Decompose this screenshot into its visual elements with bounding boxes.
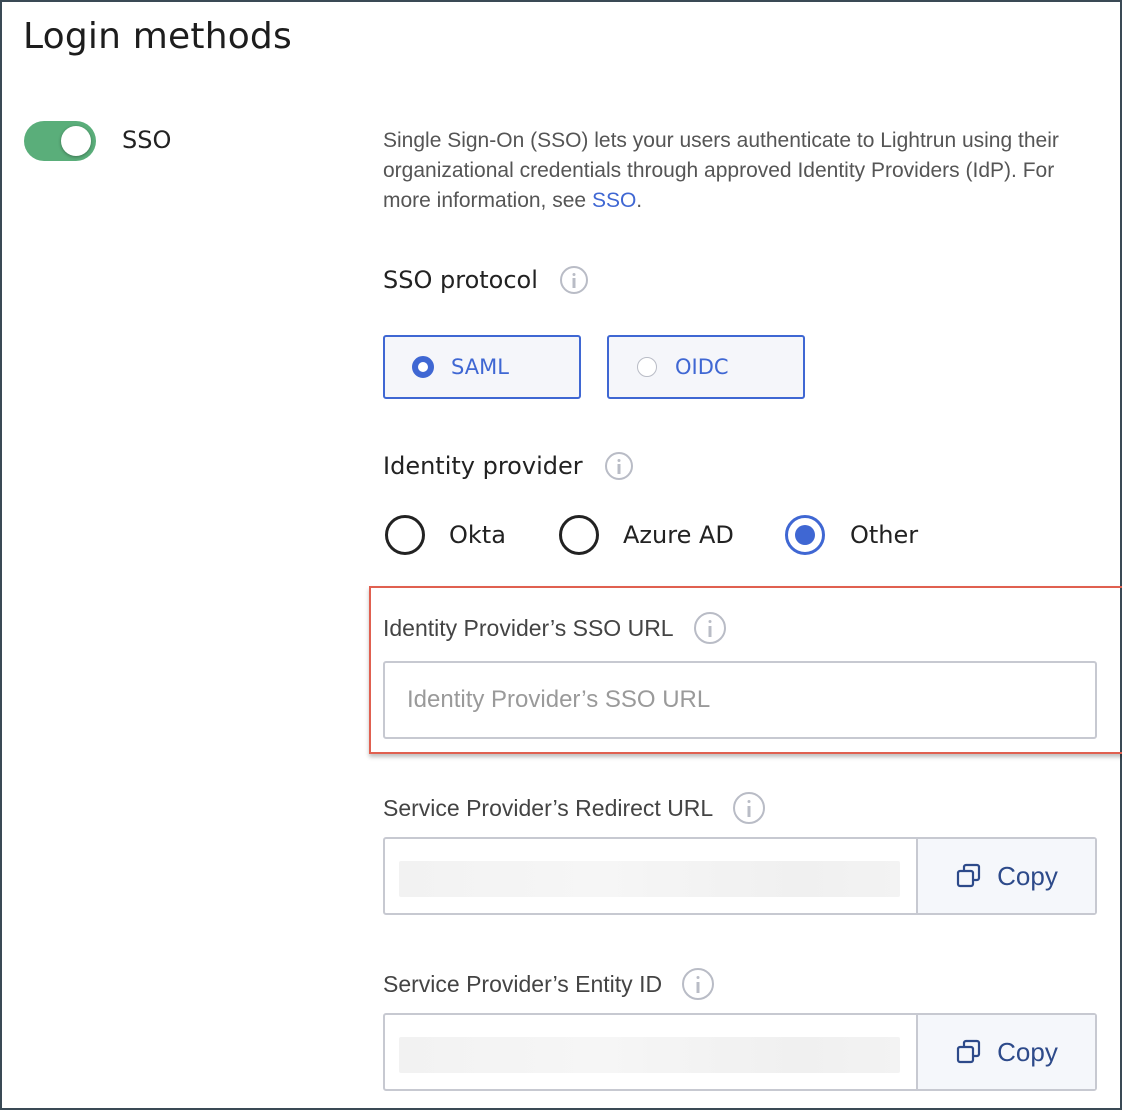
idp-option-other[interactable]: Other bbox=[785, 515, 918, 555]
radio-selected-icon bbox=[785, 515, 825, 555]
idp-option-okta[interactable]: Okta bbox=[385, 515, 506, 555]
redacted-value bbox=[399, 861, 900, 897]
copy-icon bbox=[957, 863, 981, 888]
description-text: Single Sign-On (SSO) lets your users aut… bbox=[383, 129, 1059, 212]
copy-redirect-url-button[interactable]: Copy bbox=[916, 839, 1095, 913]
sso-toggle[interactable] bbox=[24, 121, 96, 161]
idp-sso-url-label: Identity Provider’s SSO URL bbox=[383, 614, 674, 641]
toggle-knob bbox=[61, 126, 91, 156]
info-icon[interactable] bbox=[733, 792, 766, 824]
sp-redirect-url-field: Copy bbox=[383, 837, 1097, 915]
idp-sso-url-heading: Identity Provider’s SSO URL bbox=[383, 612, 726, 644]
copy-label: Copy bbox=[997, 860, 1058, 891]
sp-redirect-url-label: Service Provider’s Redirect URL bbox=[383, 794, 714, 821]
idp-option-label: Okta bbox=[449, 521, 506, 549]
protocol-option-label: OIDC bbox=[675, 355, 729, 379]
sso-protocol-label: SSO protocol bbox=[383, 266, 538, 294]
idp-option-azure-ad[interactable]: Azure AD bbox=[559, 515, 734, 555]
sp-entity-id-field: Copy bbox=[383, 1013, 1097, 1091]
sso-docs-link[interactable]: SSO bbox=[592, 189, 636, 212]
idp-option-label: Other bbox=[850, 521, 919, 549]
copy-entity-id-button[interactable]: Copy bbox=[916, 1015, 1095, 1089]
identity-provider-label: Identity provider bbox=[383, 452, 583, 480]
sso-description: Single Sign-On (SSO) lets your users aut… bbox=[383, 126, 1103, 216]
sp-redirect-url-value[interactable] bbox=[385, 839, 916, 913]
info-icon[interactable] bbox=[559, 266, 588, 294]
idp-option-label: Azure AD bbox=[623, 521, 734, 549]
sp-entity-id-value[interactable] bbox=[385, 1015, 916, 1089]
identity-provider-heading: Identity provider bbox=[383, 452, 633, 480]
radio-unselected-icon bbox=[385, 515, 425, 555]
protocol-option-oidc[interactable]: OIDC bbox=[607, 335, 805, 399]
protocol-option-label: SAML bbox=[451, 355, 509, 379]
redacted-value bbox=[399, 1037, 900, 1073]
idp-sso-url-input[interactable] bbox=[383, 661, 1097, 739]
copy-label: Copy bbox=[997, 1036, 1058, 1067]
description-suffix: . bbox=[636, 189, 643, 212]
protocol-option-saml[interactable]: SAML bbox=[383, 335, 581, 399]
copy-icon bbox=[957, 1039, 981, 1064]
sp-entity-id-heading: Service Provider’s Entity ID bbox=[383, 968, 715, 1000]
info-icon[interactable] bbox=[693, 612, 726, 644]
sso-toggle-label: SSO bbox=[122, 126, 172, 154]
info-icon[interactable] bbox=[604, 452, 633, 480]
radio-selected-icon bbox=[412, 356, 434, 378]
radio-unselected-icon bbox=[559, 515, 599, 555]
info-icon[interactable] bbox=[682, 968, 715, 1000]
sso-protocol-heading: SSO protocol bbox=[383, 266, 588, 294]
page-title: Login methods bbox=[23, 16, 292, 57]
sp-entity-id-label: Service Provider’s Entity ID bbox=[383, 970, 663, 997]
radio-unselected-icon bbox=[637, 357, 657, 377]
sp-redirect-url-heading: Service Provider’s Redirect URL bbox=[383, 792, 766, 824]
